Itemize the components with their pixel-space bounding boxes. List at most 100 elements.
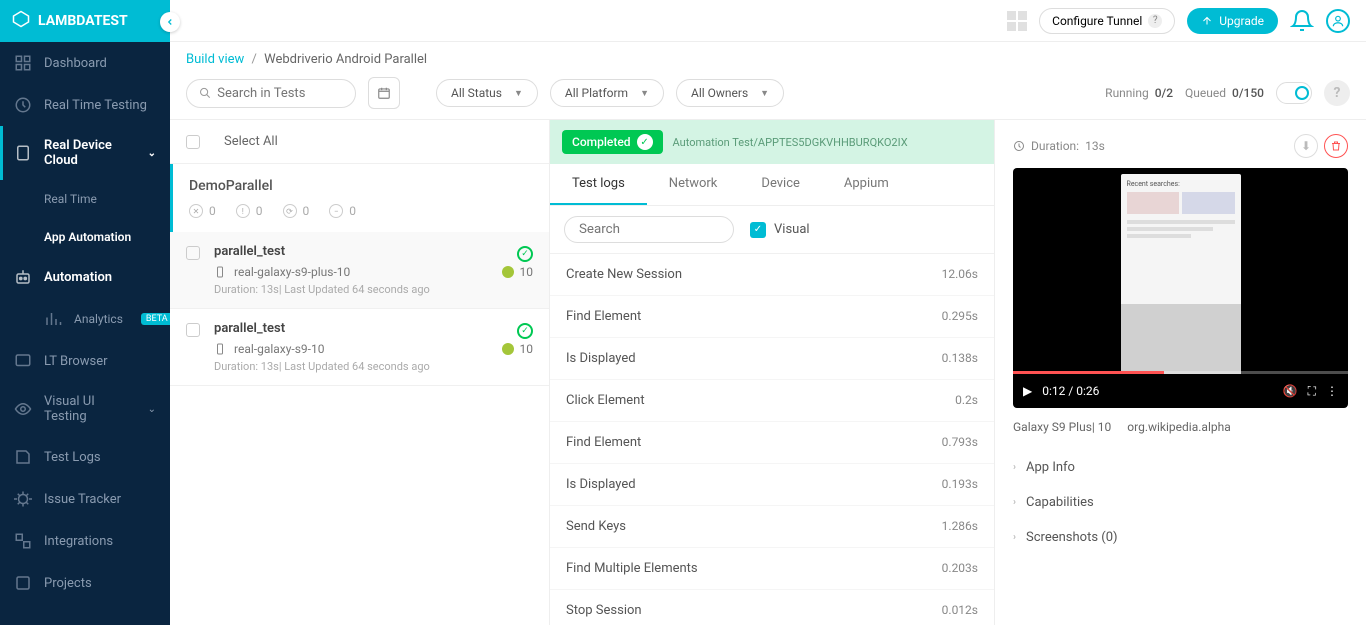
stat-value: 0 <box>303 204 310 218</box>
queued-counter: Queued0/150 <box>1185 86 1264 100</box>
fullscreen-button[interactable]: ⛶ <box>1308 384 1316 399</box>
device-name: Galaxy S9 Plus| 10 <box>1013 420 1111 434</box>
phone-icon <box>214 266 226 278</box>
nav-integrations[interactable]: Integrations <box>0 520 170 562</box>
toggle-knob <box>1295 86 1309 100</box>
help-button[interactable]: ? <box>1324 80 1350 106</box>
log-search[interactable] <box>564 216 734 243</box>
stat-warn: !0 <box>236 204 263 218</box>
nav-visual-ui[interactable]: Visual UI Testing ⌄ <box>0 382 170 436</box>
test-device-row: real-galaxy-s9-plus-10 10 <box>214 265 533 279</box>
log-row[interactable]: Stop Session0.012s <box>550 590 994 625</box>
nav-realtime-testing[interactable]: Real Time Testing <box>0 84 170 126</box>
log-name: Send Keys <box>566 519 626 534</box>
owners-filter[interactable]: All Owners▼ <box>676 79 784 107</box>
clock-circle-icon: ⟳ <box>283 204 297 218</box>
breadcrumb-current: Webdriverio Android Parallel <box>264 52 427 67</box>
nav-label: Real Time <box>44 192 97 206</box>
main: Configure Tunnel ? Upgrade Build view / … <box>170 0 1366 625</box>
test-title: parallel_test <box>214 321 533 336</box>
apps-grid-icon[interactable] <box>1007 11 1027 31</box>
platform-filter[interactable]: All Platform▼ <box>550 79 664 107</box>
test-device-row: real-galaxy-s9-10 10 <box>214 342 533 356</box>
accordion-app-info[interactable]: › App Info <box>1013 450 1348 485</box>
search-tests-input[interactable] <box>217 86 343 101</box>
chevron-down-icon: ⌄ <box>148 148 156 159</box>
nav-issue-tracker[interactable]: Issue Tracker <box>0 478 170 520</box>
log-row[interactable]: Find Multiple Elements0.203s <box>550 548 994 590</box>
mute-button[interactable]: 🔇 <box>1283 384 1298 398</box>
date-filter-button[interactable] <box>368 77 400 109</box>
test-row[interactable]: ✓ parallel_test real-galaxy-s9-plus-10 1… <box>170 232 549 309</box>
video-controls: ▶ 0:12 / 0:26 🔇 ⛶ ⋮ <box>1013 374 1348 408</box>
log-row[interactable]: Click Element0.2s <box>550 380 994 422</box>
chevron-right-icon: › <box>1013 497 1016 508</box>
status-filter[interactable]: All Status▼ <box>436 79 538 107</box>
nav-test-logs[interactable]: Test Logs <box>0 436 170 478</box>
integrations-icon <box>14 532 32 550</box>
tab-network[interactable]: Network <box>647 164 740 205</box>
user-menu-button[interactable] <box>1326 9 1350 33</box>
tunnel-toggle[interactable] <box>1276 82 1312 104</box>
log-time: 0.012s <box>942 603 978 618</box>
log-row[interactable]: Is Displayed0.138s <box>550 338 994 380</box>
counter-label: Queued <box>1185 86 1226 100</box>
more-button[interactable]: ⋮ <box>1326 384 1338 398</box>
nav-label: Analytics <box>74 312 123 326</box>
phone-icon <box>214 343 226 355</box>
android-icon <box>502 266 514 278</box>
nav-real-device-cloud[interactable]: Real Device Cloud ⌄ <box>0 126 170 180</box>
tab-appium[interactable]: Appium <box>822 164 911 205</box>
log-row[interactable]: Find Element0.295s <box>550 296 994 338</box>
accordion-capabilities[interactable]: ›Capabilities <box>1013 485 1348 520</box>
nav-sub-analytics[interactable]: Analytics BETA <box>0 298 170 340</box>
upgrade-button[interactable]: Upgrade <box>1187 8 1278 34</box>
user-icon <box>1331 14 1345 28</box>
log-time: 0.138s <box>942 351 978 366</box>
test-meta: Duration: 13s| Last Updated 64 seconds a… <box>214 360 533 373</box>
chevron-right-icon: › <box>1013 462 1016 473</box>
test-row[interactable]: ✓ parallel_test real-galaxy-s9-10 10 Dur… <box>170 309 549 386</box>
visual-toggle[interactable]: ✓ Visual <box>750 222 810 238</box>
status-pass-icon: ✓ <box>517 246 533 262</box>
configure-tunnel-button[interactable]: Configure Tunnel ? <box>1039 8 1175 34</box>
accordion-screenshots[interactable]: ›Screenshots (0) <box>1013 520 1348 555</box>
sidebar-collapse-button[interactable] <box>160 12 180 32</box>
delete-button[interactable] <box>1324 134 1348 158</box>
select-all-checkbox[interactable] <box>186 135 200 149</box>
video-player[interactable]: Recent searches: ▶ 0:12 / 0:26 🔇 ⛶ ⋮ <box>1013 168 1348 408</box>
brand-text: LAMBDATEST <box>38 13 128 29</box>
status-pass-icon: ✓ <box>517 323 533 339</box>
test-checkbox[interactable] <box>186 246 200 260</box>
tab-device[interactable]: Device <box>739 164 822 205</box>
nav-sub-realtime[interactable]: Real Time <box>0 180 170 218</box>
breadcrumb-root[interactable]: Build view <box>186 52 244 67</box>
tab-test-logs[interactable]: Test logs <box>550 164 647 205</box>
nav-projects[interactable]: Projects <box>0 562 170 604</box>
log-time: 0.193s <box>942 477 978 492</box>
minus-circle-icon: − <box>329 204 343 218</box>
select-all-row[interactable]: Select All <box>170 120 549 164</box>
nav-lt-browser[interactable]: LT Browser <box>0 340 170 382</box>
log-row[interactable]: Create New Session12.06s <box>550 254 994 296</box>
accordion-label: App Info <box>1026 460 1075 475</box>
notifications-button[interactable] <box>1290 9 1314 33</box>
nav-automation[interactable]: Automation <box>0 256 170 298</box>
log-search-input[interactable] <box>579 222 719 237</box>
test-group-header[interactable]: DemoParallel ✕0 !0 ⟳0 −0 <box>170 164 549 232</box>
status-text: Completed <box>572 135 631 149</box>
help-icon: ? <box>1148 14 1162 28</box>
nav-sub-app-automation[interactable]: App Automation <box>0 218 170 256</box>
status-badge: Completed ✓ <box>562 130 663 154</box>
controls-bar: Build view / Webdriverio Android Paralle… <box>170 42 1366 120</box>
search-tests[interactable] <box>186 79 356 108</box>
nav-dashboard[interactable]: Dashboard <box>0 42 170 84</box>
download-button[interactable]: ⬇ <box>1294 134 1318 158</box>
running-counter: Running0/2 <box>1105 86 1173 100</box>
test-checkbox[interactable] <box>186 323 200 337</box>
eye-icon <box>14 400 32 418</box>
log-row[interactable]: Find Element0.793s <box>550 422 994 464</box>
play-button[interactable]: ▶ <box>1023 384 1032 398</box>
log-row[interactable]: Is Displayed0.193s <box>550 464 994 506</box>
log-row[interactable]: Send Keys1.286s <box>550 506 994 548</box>
